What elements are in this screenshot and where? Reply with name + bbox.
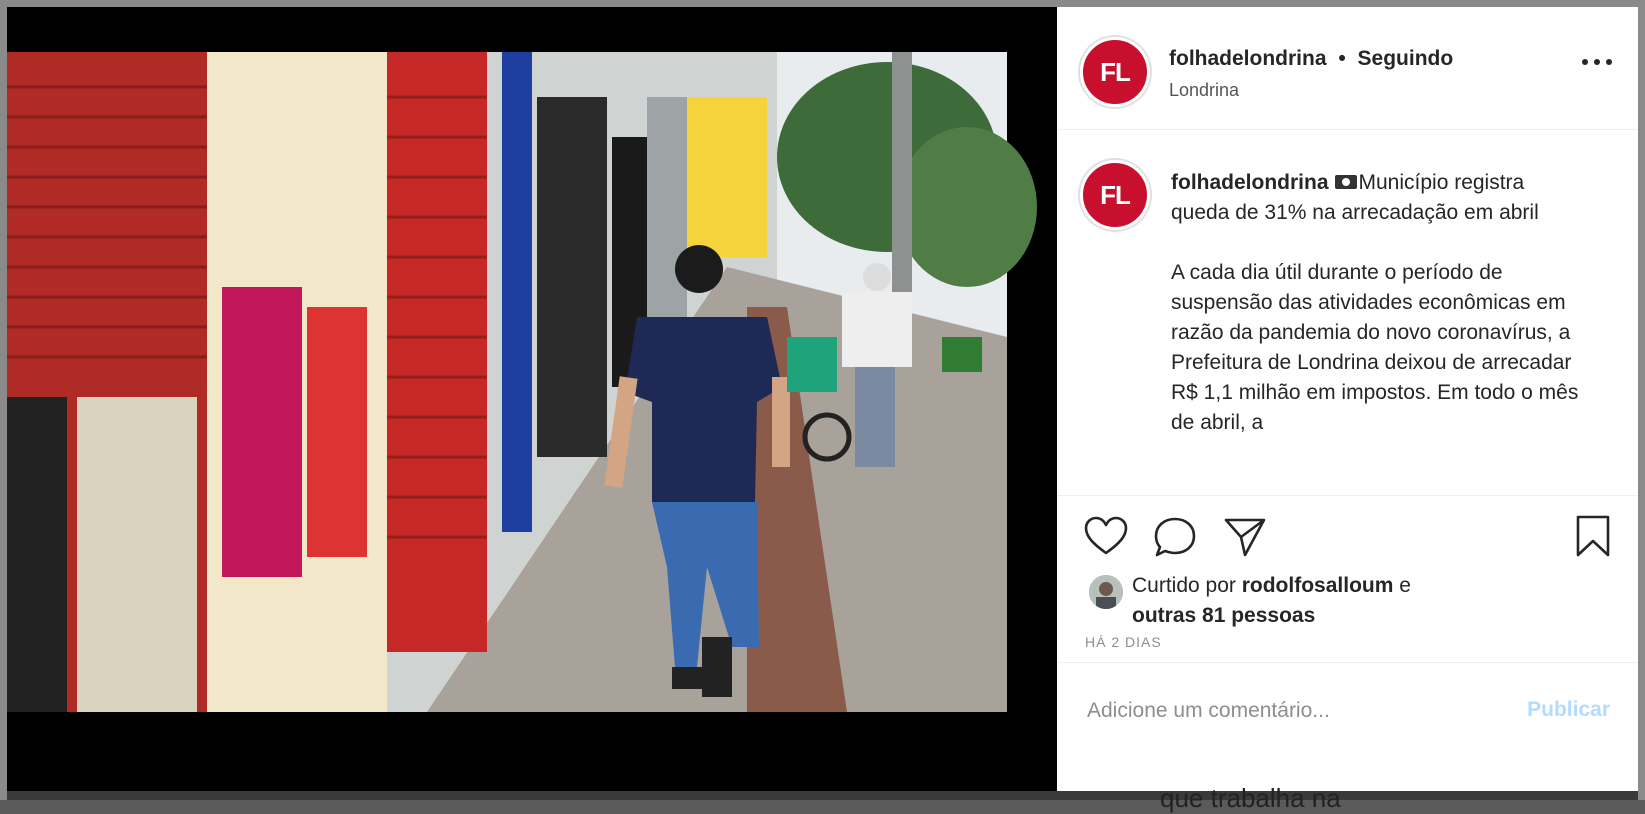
comment-input[interactable] — [1085, 698, 1489, 724]
bookmark-icon[interactable] — [1575, 514, 1611, 563]
more-options-icon[interactable] — [1582, 55, 1612, 69]
share-icon[interactable] — [1223, 517, 1267, 562]
street-photo-illustration — [7, 7, 1057, 791]
post-timestamp[interactable]: HÁ 2 DIAS — [1085, 634, 1162, 650]
caption-text: folhadelondrina Município registra queda … — [1171, 168, 1581, 468]
comment-icon[interactable] — [1153, 516, 1197, 563]
header-username[interactable]: folhadelondrina — [1169, 47, 1327, 70]
background-page-strip — [7, 791, 1638, 800]
liked-by-others-link[interactable]: outras 81 pessoas — [1132, 604, 1315, 627]
post-side-panel: FL folhadelondrina • Seguindo Londrina F… — [1057, 7, 1638, 791]
post-header: FL folhadelondrina • Seguindo Londrina — [1057, 7, 1638, 130]
liked-by-user-link[interactable]: rodolfosalloum — [1242, 574, 1394, 597]
location-link[interactable]: Londrina — [1169, 80, 1239, 101]
background-page-text: que trabalha na — [1160, 783, 1341, 813]
heart-icon[interactable] — [1084, 516, 1128, 561]
caption-avatar[interactable]: FL — [1080, 160, 1150, 230]
action-bar: Curtido por rodolfosalloum e outras 81 p… — [1057, 495, 1638, 656]
post-photo[interactable] — [7, 7, 1057, 791]
likes-summary: Curtido por rodolfosalloum e outras 81 p… — [1132, 571, 1552, 631]
caption-body: A cada dia útil durante o período de sus… — [1171, 261, 1579, 434]
liker-avatar[interactable] — [1089, 575, 1123, 609]
caption-username[interactable]: folhadelondrina — [1171, 171, 1329, 194]
liked-by-conj: e — [1399, 574, 1411, 597]
separator-dot: • — [1338, 47, 1346, 70]
header-line: folhadelondrina • Seguindo — [1169, 47, 1453, 71]
caption-area: FL folhadelondrina Município registra que… — [1057, 130, 1638, 495]
camera-emoji-icon — [1334, 174, 1357, 189]
profile-avatar[interactable]: FL — [1080, 37, 1150, 107]
publish-button[interactable]: Publicar — [1527, 698, 1610, 722]
following-button[interactable]: Seguindo — [1358, 47, 1454, 70]
liked-by-prefix: Curtido por — [1132, 574, 1236, 597]
caption-avatar-initials: FL — [1100, 179, 1131, 210]
comment-box: Publicar — [1057, 662, 1638, 758]
avatar-initials: FL — [1100, 56, 1131, 87]
